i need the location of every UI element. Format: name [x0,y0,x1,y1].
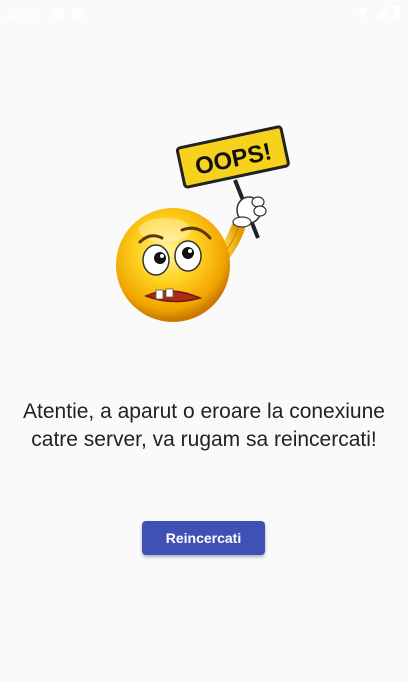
error-message: Atentie, a aparut o eroare la conexiune … [10,398,398,454]
status-bar: 12:33 [0,0,408,28]
status-icons [357,6,400,19]
oops-sign: OOPS! [175,125,290,189]
glove [232,196,267,228]
notification-icon [72,8,84,20]
notification-icon [52,8,64,20]
signal-icon [375,6,387,19]
oops-emoji-graphic: OOPS! [116,125,290,322]
battery-icon [393,6,400,19]
oops-emoji-illustration: OOPS! [110,120,300,330]
status-time: 12:33 [6,6,39,21]
retry-button[interactable]: Reincercati [142,521,265,555]
error-message-line2: catre server, va rugam sa reincercati! [31,428,377,451]
error-message-line1: Atentie, a aparut o eroare la conexiune [23,400,385,423]
wifi-icon [357,7,369,18]
